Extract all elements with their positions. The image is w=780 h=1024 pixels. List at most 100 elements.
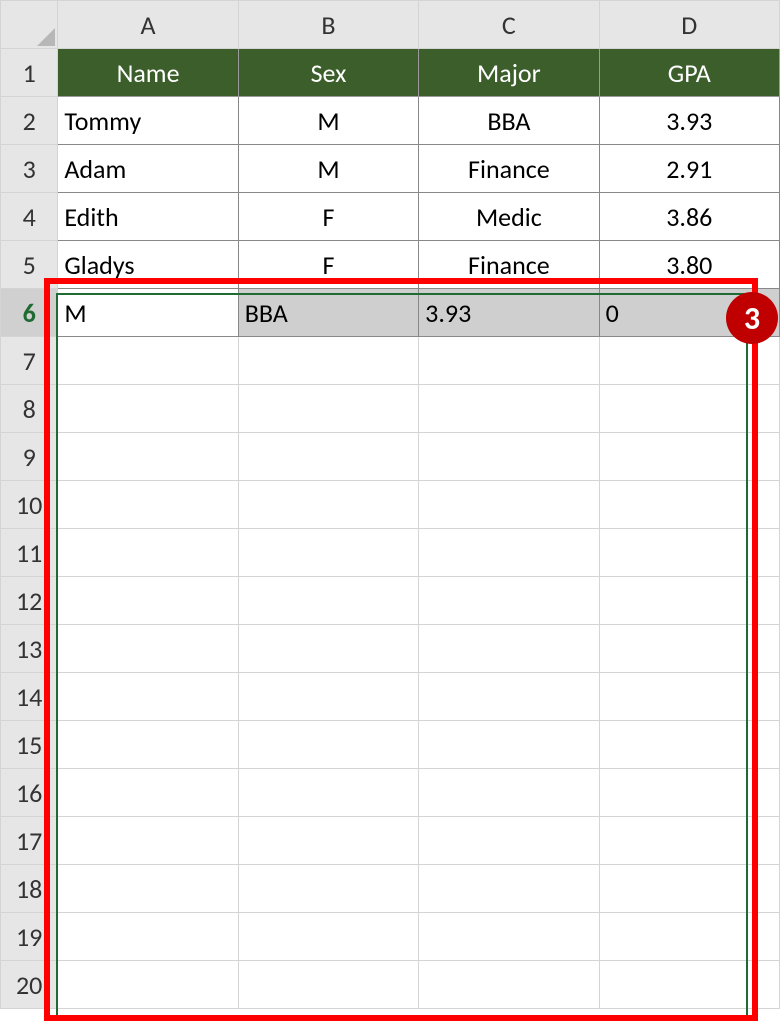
cell[interactable] xyxy=(419,577,599,625)
row-header[interactable]: 7 xyxy=(1,337,58,385)
header-name[interactable]: Name xyxy=(58,49,238,97)
cell[interactable] xyxy=(419,721,599,769)
cell[interactable] xyxy=(419,337,599,385)
cell-active[interactable]: M xyxy=(58,289,238,337)
cell[interactable] xyxy=(238,433,418,481)
cell[interactable] xyxy=(238,529,418,577)
cell[interactable] xyxy=(419,529,599,577)
cell[interactable]: 3.86 xyxy=(599,193,779,241)
cell[interactable] xyxy=(238,337,418,385)
cell[interactable] xyxy=(599,769,779,817)
cell[interactable]: Medic xyxy=(419,193,599,241)
cell[interactable] xyxy=(419,673,599,721)
row-header[interactable]: 16 xyxy=(1,769,58,817)
cell[interactable] xyxy=(599,385,779,433)
cell[interactable] xyxy=(599,721,779,769)
cell[interactable]: M xyxy=(238,145,418,193)
cell[interactable] xyxy=(58,625,238,673)
cell[interactable] xyxy=(58,481,238,529)
cell[interactable] xyxy=(419,625,599,673)
header-major[interactable]: Major xyxy=(419,49,599,97)
cell[interactable] xyxy=(238,577,418,625)
cell[interactable] xyxy=(58,817,238,865)
cell[interactable] xyxy=(419,481,599,529)
cell[interactable] xyxy=(599,673,779,721)
cell[interactable] xyxy=(599,577,779,625)
column-header-d[interactable]: D xyxy=(599,1,779,49)
cell[interactable] xyxy=(599,865,779,913)
cell[interactable] xyxy=(238,865,418,913)
cell[interactable]: 3.93 xyxy=(599,97,779,145)
cell[interactable] xyxy=(238,481,418,529)
cell[interactable]: Finance xyxy=(419,145,599,193)
row-header[interactable]: 5 xyxy=(1,241,58,289)
row-header[interactable]: 20 xyxy=(1,961,58,1009)
cell[interactable] xyxy=(599,433,779,481)
cell[interactable] xyxy=(58,913,238,961)
cell[interactable] xyxy=(58,577,238,625)
cell[interactable] xyxy=(419,961,599,1009)
cell[interactable]: Gladys xyxy=(58,241,238,289)
cell[interactable]: Finance xyxy=(419,241,599,289)
cell[interactable] xyxy=(238,913,418,961)
row-header[interactable]: 1 xyxy=(1,49,58,97)
cell[interactable]: F xyxy=(238,193,418,241)
column-header-c[interactable]: C xyxy=(419,1,599,49)
cell[interactable] xyxy=(238,721,418,769)
row-header[interactable]: 18 xyxy=(1,865,58,913)
cell[interactable]: Edith xyxy=(58,193,238,241)
row-header-selected[interactable]: 6 xyxy=(1,289,58,337)
cell[interactable] xyxy=(419,433,599,481)
cell[interactable] xyxy=(238,385,418,433)
cell[interactable] xyxy=(58,769,238,817)
cell[interactable] xyxy=(599,625,779,673)
row-header[interactable]: 13 xyxy=(1,625,58,673)
column-header-a[interactable]: A xyxy=(58,1,238,49)
cell[interactable] xyxy=(599,817,779,865)
cell-selected[interactable]: 3.93 xyxy=(419,289,599,337)
header-sex[interactable]: Sex xyxy=(238,49,418,97)
cell[interactable]: 3.80 xyxy=(599,241,779,289)
cell[interactable] xyxy=(238,769,418,817)
column-header-b[interactable]: B xyxy=(238,1,418,49)
row-header[interactable]: 19 xyxy=(1,913,58,961)
row-header[interactable]: 14 xyxy=(1,673,58,721)
cell[interactable]: Tommy xyxy=(58,97,238,145)
cell[interactable] xyxy=(419,913,599,961)
cell[interactable] xyxy=(419,817,599,865)
cell[interactable]: BBA xyxy=(419,97,599,145)
select-all-corner[interactable] xyxy=(1,1,58,49)
row-header[interactable]: 15 xyxy=(1,721,58,769)
cell[interactable] xyxy=(599,913,779,961)
cell[interactable] xyxy=(58,529,238,577)
row-header[interactable]: 12 xyxy=(1,577,58,625)
cell[interactable] xyxy=(238,625,418,673)
cell[interactable] xyxy=(58,721,238,769)
row-header[interactable]: 9 xyxy=(1,433,58,481)
row-header[interactable]: 4 xyxy=(1,193,58,241)
header-gpa[interactable]: GPA xyxy=(599,49,779,97)
row-header[interactable]: 3 xyxy=(1,145,58,193)
cell[interactable] xyxy=(58,385,238,433)
row-header[interactable]: 8 xyxy=(1,385,58,433)
cell[interactable] xyxy=(58,673,238,721)
row-header[interactable]: 17 xyxy=(1,817,58,865)
cell[interactable]: 2.91 xyxy=(599,145,779,193)
cell[interactable] xyxy=(58,337,238,385)
cell[interactable]: Adam xyxy=(58,145,238,193)
cell[interactable] xyxy=(238,673,418,721)
cell[interactable] xyxy=(58,433,238,481)
cell[interactable]: M xyxy=(238,97,418,145)
cell[interactable] xyxy=(599,961,779,1009)
cell-selected[interactable]: BBA xyxy=(238,289,418,337)
cell[interactable] xyxy=(58,961,238,1009)
cell[interactable] xyxy=(238,961,418,1009)
cell[interactable] xyxy=(599,529,779,577)
row-header[interactable]: 2 xyxy=(1,97,58,145)
cell[interactable] xyxy=(599,481,779,529)
cell[interactable] xyxy=(238,817,418,865)
cell[interactable] xyxy=(419,865,599,913)
cell[interactable] xyxy=(58,865,238,913)
row-header[interactable]: 11 xyxy=(1,529,58,577)
cell[interactable]: F xyxy=(238,241,418,289)
